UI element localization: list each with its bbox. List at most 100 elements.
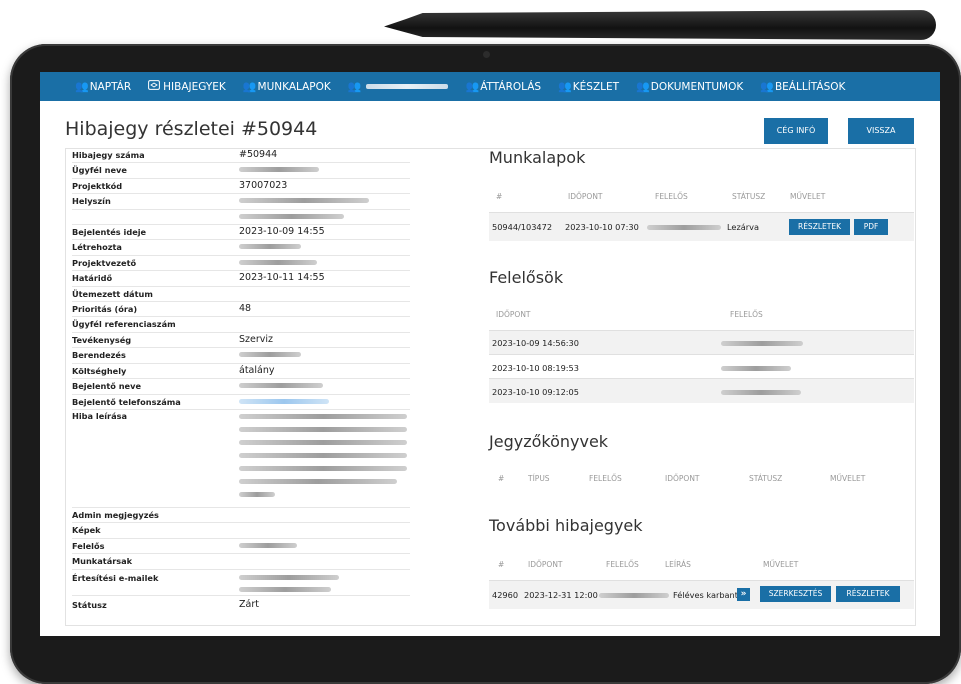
detail-label: Projektvezető (72, 257, 137, 268)
detail-row: Projektvezető (72, 256, 410, 272)
col-header: IDŐPONT (665, 474, 700, 483)
worksheet-details-button[interactable]: RÉSZLETEK (789, 219, 850, 235)
worksheet-pdf-button[interactable]: PDF (854, 219, 888, 235)
col-header: MŰVELET (830, 474, 866, 483)
back-button[interactable]: VISSZA (848, 118, 914, 144)
nav-item-hibajegyek[interactable]: HIBAJEGYEK (148, 80, 226, 93)
redacted-value (239, 542, 297, 548)
nav-item-munkalapok[interactable]: 👥 MUNKALAPOK (243, 80, 331, 93)
col-header: # (498, 560, 505, 569)
detail-label: Képek (72, 525, 101, 536)
col-header: IDŐPONT (568, 192, 603, 201)
nav-item-dokumentumok[interactable]: 👥 DOKUMENTUMOK (636, 80, 743, 93)
detail-value: #50944 (239, 149, 278, 160)
nav-item-beallitasok[interactable]: 👥 BEÁLLÍTÁSOK (760, 80, 845, 93)
detail-row: Munkatársak (72, 554, 410, 570)
redacted-responsible (647, 225, 721, 230)
detail-value (239, 317, 410, 331)
detail-row (72, 210, 410, 226)
detail-label (72, 210, 239, 224)
redacted-line (239, 452, 407, 458)
nav-label: KÉSZLET (572, 80, 620, 93)
nav-item-attarolas[interactable]: 👥 ÁTTÁROLÁS (465, 80, 541, 93)
detail-row: Admin megjegyzés (72, 508, 410, 524)
nav-item-redacted[interactable]: 👥 (348, 80, 449, 93)
nav-item-naptar[interactable]: 👥 NAPTÁR (75, 80, 131, 93)
redacted-value (239, 213, 344, 219)
detail-row: Határidő 2023-10-11 14:55 (72, 271, 410, 287)
detail-value (239, 572, 410, 592)
detail-value (239, 523, 410, 537)
redacted-value (239, 198, 369, 204)
detail-row: Létrehozta (72, 240, 410, 256)
detail-row: Bejelentő neve (72, 379, 410, 395)
detail-value: 2023-10-11 14:55 (239, 272, 325, 284)
users-icon: 👥 (760, 80, 774, 93)
detail-value (239, 194, 410, 208)
ticket-details-table: Hibajegy száma #50944 Ügyfél neve Projekt… (72, 148, 410, 614)
ticket-details-button[interactable]: RÉSZLETEK (836, 586, 900, 602)
redacted-responsible (721, 341, 803, 346)
detail-value (239, 379, 410, 393)
detail-label: Ügyfél referenciaszám (72, 319, 176, 330)
detail-value (239, 539, 410, 553)
col-header: STÁTUSZ (732, 192, 766, 201)
detail-row: Költséghely átalány (72, 364, 410, 380)
col-header: MŰVELET (790, 192, 826, 201)
top-nav: 👥 NAPTÁR HIBAJEGYEK 👥 MUNKALAPOK 👥 👥 ÁTT… (40, 72, 940, 101)
redacted-responsible (721, 366, 791, 371)
redacted-value (239, 352, 301, 358)
detail-value (239, 240, 410, 254)
responsible-time: 2023-10-10 09:12:05 (492, 387, 579, 397)
col-header: MŰVELET (763, 560, 799, 569)
expand-arrow-icon[interactable]: » (737, 588, 750, 601)
detail-label: Admin megjegyzés (72, 509, 159, 520)
detail-row: Helyszín (72, 194, 410, 210)
redacted-value (239, 167, 319, 173)
detail-row: Projektkód 37007023 (72, 179, 410, 195)
redacted-email (239, 574, 339, 580)
detail-value: átalány (239, 364, 275, 376)
detail-label: Hiba leírása (72, 410, 128, 421)
col-header: IDŐPONT (496, 310, 531, 319)
col-header: IDŐPONT (528, 560, 563, 569)
detail-label: Értesítési e-mailek (72, 572, 159, 583)
col-header: # (498, 474, 505, 483)
detail-value (239, 395, 410, 409)
detail-label: Bejelentő telefonszáma (72, 396, 181, 407)
nav-label: BEÁLLÍTÁSOK (774, 80, 846, 93)
detail-label: Költséghely (72, 365, 127, 376)
users-icon: 👥 (347, 80, 362, 93)
col-header: FELELŐS (606, 560, 639, 569)
detail-row: Bejelentő telefonszáma (72, 395, 410, 410)
detail-row: Prioritás (óra) 48 (72, 302, 410, 318)
detail-label: Projektkód (72, 180, 123, 191)
nav-label: ÁTTÁROLÁS (480, 80, 542, 93)
ticket-id: 42960 (492, 590, 519, 600)
col-header: FELELŐS (730, 310, 763, 319)
users-icon: 👥 (558, 80, 572, 93)
redacted-value (239, 383, 323, 389)
responsible-time: 2023-10-09 14:56:30 (492, 338, 579, 348)
app-screen: 👥 NAPTÁR HIBAJEGYEK 👥 MUNKALAPOK 👥 👥 ÁTT… (40, 72, 940, 636)
responsible-time: 2023-10-10 08:19:53 (492, 363, 579, 373)
company-info-button[interactable]: CÉG INFÓ (764, 118, 828, 144)
col-header: STÁTUSZ (749, 474, 783, 483)
responsibles-title: Felelősök (489, 268, 564, 287)
col-header: LEÍRÁS (665, 560, 691, 569)
detail-row: Ütemezett dátum (72, 287, 410, 303)
redacted-phone (239, 398, 329, 404)
ticket-edit-button[interactable]: SZERKESZTÉS (760, 586, 831, 602)
detail-label: Ügyfél neve (72, 165, 127, 176)
nav-label: MUNKALAPOK (257, 80, 331, 93)
redacted-line (239, 491, 275, 497)
detail-label: Bejelentés ideje (72, 227, 147, 238)
nav-item-keszlet[interactable]: 👥 KÉSZLET (558, 80, 619, 93)
redacted-line (239, 426, 407, 432)
ticket-icon (148, 80, 161, 93)
users-icon: 👥 (75, 80, 89, 93)
detail-value (239, 508, 410, 522)
ticket-description: Féléves karbant (673, 590, 738, 600)
detail-row: Berendezés (72, 348, 410, 364)
detail-value (239, 348, 410, 362)
